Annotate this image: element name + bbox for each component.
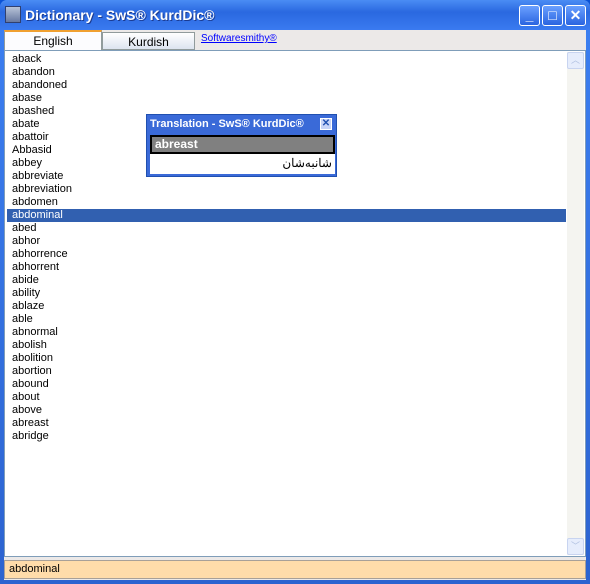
scroll-up-icon[interactable]: ︿: [567, 52, 584, 69]
list-item[interactable]: abdominal: [7, 209, 566, 222]
list-item[interactable]: abhor: [7, 235, 566, 248]
status-bar: abdominal: [4, 560, 586, 579]
list-item[interactable]: abide: [7, 274, 566, 287]
softwaresmithy-link[interactable]: Softwaresmithy®: [201, 33, 277, 44]
list-item[interactable]: abolish: [7, 339, 566, 352]
list-item[interactable]: abed: [7, 222, 566, 235]
list-item[interactable]: abortion: [7, 365, 566, 378]
client-area: Kurdish English Softwaresmithy® aback aba…: [4, 30, 586, 580]
list-item[interactable]: ability: [7, 287, 566, 300]
list-item[interactable]: abandoned: [7, 79, 566, 92]
popup-word: abreast: [150, 135, 335, 154]
list-item[interactable]: abridge: [7, 430, 566, 443]
list-item[interactable]: above: [7, 404, 566, 417]
list-item[interactable]: abhorrent: [7, 261, 566, 274]
scroll-down-icon[interactable]: ﹀: [567, 538, 584, 555]
popup-title: Translation - SwS® KurdDic®: [150, 118, 304, 130]
close-button[interactable]: ✕: [565, 5, 586, 26]
list-item[interactable]: able: [7, 313, 566, 326]
maximize-button[interactable]: □: [542, 5, 563, 26]
list-item[interactable]: abase: [7, 92, 566, 105]
window-title: Dictionary - SwS® KurdDic®: [25, 7, 215, 23]
list-item[interactable]: abnormal: [7, 326, 566, 339]
list-item[interactable]: abhorrence: [7, 248, 566, 261]
popup-close-icon[interactable]: ✕: [320, 118, 332, 130]
list-item[interactable]: aback: [7, 53, 566, 66]
popup-translation: شانبەشان: [150, 154, 335, 174]
translation-popup: Translation - SwS® KurdDic® ✕ abreast شا…: [146, 114, 337, 177]
vertical-scrollbar[interactable]: ︿ ﹀: [567, 52, 584, 555]
list-item[interactable]: abreast: [7, 417, 566, 430]
tab-english[interactable]: English: [4, 30, 102, 52]
list-item[interactable]: abolition: [7, 352, 566, 365]
tab-kurdish[interactable]: Kurdish: [102, 32, 195, 50]
dictionary-window: Dictionary - SwS® KurdDic® _ □ ✕ Kurdish…: [0, 0, 590, 584]
list-item[interactable]: abbreviation: [7, 183, 566, 196]
minimize-button[interactable]: _: [519, 5, 540, 26]
list-item[interactable]: abandon: [7, 66, 566, 79]
list-item[interactable]: ablaze: [7, 300, 566, 313]
title-bar[interactable]: Dictionary - SwS® KurdDic® _ □ ✕: [0, 0, 590, 30]
list-item[interactable]: abdomen: [7, 196, 566, 209]
app-icon: [5, 6, 21, 23]
list-item[interactable]: about: [7, 391, 566, 404]
list-item[interactable]: abound: [7, 378, 566, 391]
